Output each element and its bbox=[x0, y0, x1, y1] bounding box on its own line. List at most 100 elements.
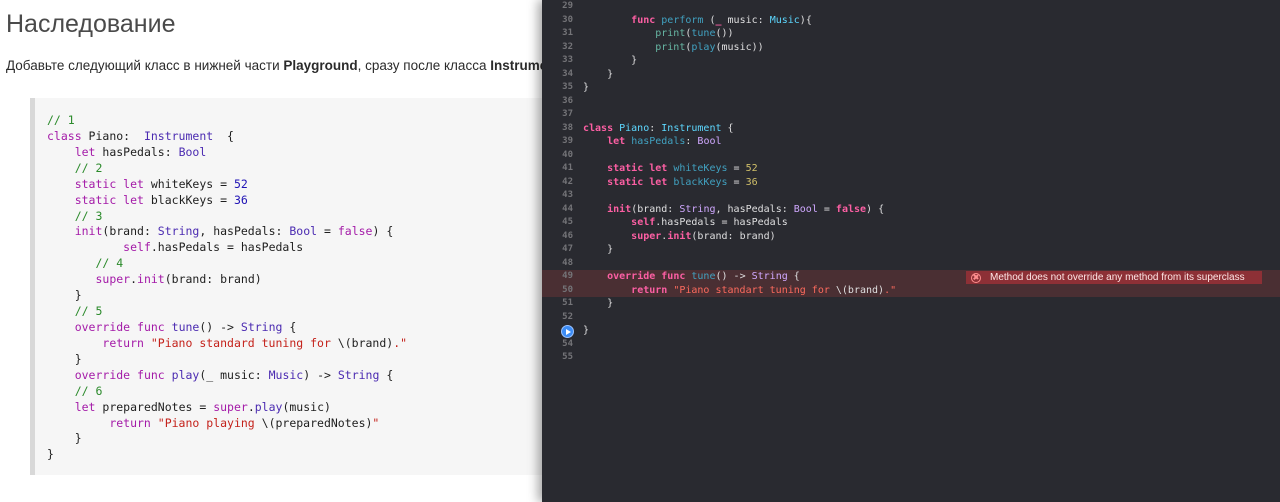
line-number: 34 bbox=[562, 68, 573, 79]
code-token: blackKeys bbox=[673, 176, 728, 188]
editor-line[interactable]: 36 bbox=[542, 95, 1280, 109]
line-number: 39 bbox=[562, 136, 573, 146]
line-code: class Piano: Instrument { bbox=[583, 122, 734, 136]
editor-line[interactable]: 43 bbox=[542, 189, 1280, 203]
editor-line[interactable]: 38 class Piano: Instrument { bbox=[542, 122, 1280, 136]
xcode-editor[interactable]: 29 30 func perform (_ music: Music){31 pr… bbox=[542, 0, 1280, 502]
code-token: ." bbox=[884, 284, 897, 296]
code-token: String bbox=[157, 224, 200, 239]
line-code: init(brand: String, hasPedals: Bool = fa… bbox=[583, 203, 884, 217]
line-code: print(tune()) bbox=[583, 27, 734, 41]
line-code: } bbox=[583, 81, 589, 95]
snippet-line: init(brand: String, hasPedals: Bool = fa… bbox=[47, 224, 542, 240]
code-token: // 5 bbox=[74, 304, 103, 319]
editor-line[interactable]: 41 static let whiteKeys = 52 bbox=[542, 162, 1280, 176]
snippet-line: // 1 bbox=[47, 113, 542, 129]
editor-line[interactable]: 47 } bbox=[542, 243, 1280, 257]
code-token: whiteKeys = bbox=[150, 176, 234, 191]
code-token: } bbox=[583, 298, 614, 309]
snippet-line: let preparedNotes = super.play(music) bbox=[47, 400, 542, 416]
line-number: 41 bbox=[562, 163, 573, 173]
editor-line[interactable]: 33 } bbox=[542, 54, 1280, 68]
editor-line-error[interactable]: 50 return "Piano standart tuning for \(b… bbox=[542, 283, 1280, 297]
line-number: 49 bbox=[562, 271, 573, 281]
error-banner[interactable]: Method does not override any method from… bbox=[966, 271, 1262, 284]
editor-line[interactable]: 44 init(brand: String, hasPedals: Bool =… bbox=[542, 203, 1280, 217]
editor-line[interactable]: 37 bbox=[542, 108, 1280, 122]
editor-line[interactable]: 46 super.init(brand: brand) bbox=[542, 230, 1280, 244]
code-token: Instrument bbox=[143, 128, 214, 143]
snippet-line: override func play(_ music: Music) -> St… bbox=[47, 368, 542, 384]
editor-line[interactable]: 45 self.hasPedals = hasPedals bbox=[542, 216, 1280, 230]
editor-line[interactable]: 34 } bbox=[542, 68, 1280, 82]
editor-line[interactable]: 54 bbox=[542, 338, 1280, 352]
code-token: tune bbox=[691, 28, 716, 39]
code-token: init bbox=[667, 230, 692, 242]
code-token: (music) bbox=[282, 399, 331, 414]
article-intro: Добавьте следующий класс в нижней части … bbox=[6, 58, 542, 73]
editor-line[interactable]: 48 bbox=[542, 257, 1280, 271]
code-token: \(brand) bbox=[835, 284, 885, 296]
code-token: return bbox=[631, 284, 674, 296]
code-token: (brand: brand) bbox=[164, 272, 262, 287]
code-token: () -> bbox=[199, 319, 241, 334]
line-number: 45 bbox=[562, 217, 573, 227]
code-token: String bbox=[679, 203, 716, 215]
editor-line[interactable]: 35} bbox=[542, 81, 1280, 95]
line-code: } bbox=[583, 297, 613, 311]
editor-line[interactable]: 32 print(play(music)) bbox=[542, 41, 1280, 55]
code-token: .hasPedals = hasPedals bbox=[655, 217, 788, 228]
code-token: } bbox=[583, 68, 614, 80]
editor-line[interactable]: 52 bbox=[542, 311, 1280, 325]
code-token: ()) bbox=[715, 28, 734, 39]
code-token: (_ music: bbox=[199, 367, 269, 382]
code-token: super bbox=[631, 230, 662, 242]
article-pane: Наследование Добавьте следующий класс в … bbox=[0, 0, 542, 502]
code-token: override func bbox=[74, 319, 172, 334]
code-token: Bool bbox=[793, 203, 818, 215]
editor-line[interactable]: 29 bbox=[542, 0, 1280, 14]
editor-line[interactable]: 31 print(tune()) bbox=[542, 27, 1280, 41]
code-token: override func bbox=[607, 271, 692, 282]
code-token: hasPedals: bbox=[102, 144, 179, 159]
editor-line[interactable]: 55 bbox=[542, 351, 1280, 365]
line-number: 47 bbox=[562, 244, 573, 254]
code-token: return bbox=[109, 415, 158, 430]
run-line-marker[interactable] bbox=[561, 325, 574, 338]
code-token: tune bbox=[171, 319, 200, 334]
code-token: let bbox=[607, 136, 632, 147]
code-token: init bbox=[74, 224, 103, 239]
code-token: { bbox=[379, 367, 394, 382]
line-number: 40 bbox=[562, 149, 573, 160]
code-token: static let bbox=[607, 176, 674, 188]
editor-line[interactable]: 42 static let blackKeys = 36 bbox=[542, 176, 1280, 190]
code-token: Music bbox=[268, 367, 304, 382]
line-number: 43 bbox=[562, 190, 573, 200]
code-token: } bbox=[583, 55, 638, 66]
code-token: play bbox=[171, 367, 200, 382]
line-code: self.hasPedals = hasPedals bbox=[583, 216, 788, 230]
editor-line[interactable]: 39 let hasPedals: Bool bbox=[542, 135, 1280, 149]
editor-line[interactable]: 30 func perform (_ music: Music){ bbox=[542, 14, 1280, 28]
snippet-line: } bbox=[47, 431, 542, 447]
code-token: ( bbox=[703, 14, 716, 26]
code-token: } bbox=[47, 351, 82, 366]
editor-line[interactable]: 53} bbox=[542, 324, 1280, 338]
line-code: } bbox=[583, 68, 613, 82]
editor-line[interactable]: 40 bbox=[542, 149, 1280, 163]
line-code: } bbox=[583, 324, 589, 338]
editor-line[interactable]: 51 } bbox=[542, 297, 1280, 311]
code-token: init bbox=[607, 203, 632, 215]
code-token: Music bbox=[769, 14, 800, 26]
code-token: func bbox=[631, 14, 662, 26]
